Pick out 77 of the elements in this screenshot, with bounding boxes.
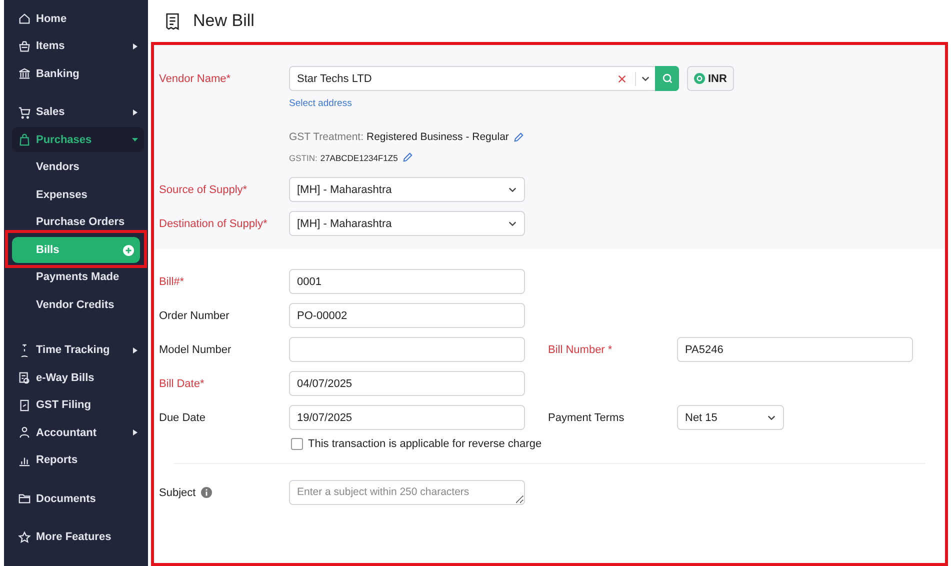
caret-right-icon	[132, 42, 138, 50]
pencil-icon[interactable]	[512, 132, 524, 142]
checkbox-label: This transaction is applicable for reverse charge	[308, 438, 542, 450]
field-label: Payment Terms	[548, 412, 626, 424]
chevron-down-icon	[508, 186, 517, 192]
info-icon	[200, 486, 212, 498]
sidebar-subitem[interactable]: Vendors	[12, 154, 140, 181]
caret-right-icon	[132, 429, 138, 436]
supply-dropdown[interactable]: [MH] - Maharashtra	[289, 177, 525, 202]
sidebar-item[interactable]: Documents	[12, 485, 144, 512]
select-address-link[interactable]: Select address	[289, 98, 352, 109]
chevron-down-icon	[508, 220, 517, 226]
field-label: Bill Number *	[548, 344, 614, 356]
currency-icon	[694, 73, 705, 84]
input-field[interactable]: 04/07/2025	[289, 371, 525, 396]
chevron-down-icon	[641, 76, 650, 82]
bank-icon	[18, 67, 31, 80]
plus-circle-icon[interactable]	[123, 244, 134, 256]
sidebar-item[interactable]: Banking	[12, 60, 144, 88]
sidebar-item[interactable]: Purchases	[12, 127, 144, 152]
field-label: Subject	[159, 486, 196, 498]
search-button[interactable]	[655, 66, 679, 91]
sidebar-item[interactable]: Time Tracking	[12, 336, 144, 364]
field-label: Model Number	[159, 344, 232, 356]
caret-right-icon	[132, 346, 138, 354]
input-field[interactable]	[289, 337, 525, 362]
basket-icon	[18, 40, 31, 53]
field-label: Vendor Name*	[159, 72, 232, 84]
sidebar-subitem[interactable]: Purchase Orders	[12, 208, 140, 236]
terms-dropdown[interactable]: Net 15	[677, 405, 784, 430]
field-label: Bill#*	[159, 276, 186, 288]
field-label: Destination of Supply*	[159, 218, 268, 230]
bag-icon	[18, 133, 31, 146]
sidebar-subitem[interactable]: Payments Made	[12, 264, 140, 291]
person-icon	[18, 426, 31, 440]
document-icon	[18, 371, 31, 384]
vendor-input[interactable]: Star Techs LTD	[290, 72, 614, 84]
supply-dropdown[interactable]: [MH] - Maharashtra	[289, 211, 525, 236]
cart-icon	[18, 106, 31, 119]
sidebar-item[interactable]: Accountant	[12, 419, 144, 446]
pencil-icon[interactable]	[402, 152, 413, 163]
caret-right-icon	[132, 108, 138, 116]
gst-treatment-value: Registered Business - Regular	[366, 131, 509, 143]
input-field[interactable]: PA5246	[677, 337, 913, 362]
sidebar-item[interactable]: GST Filing	[12, 392, 144, 419]
sidebar-item[interactable]: More Features	[12, 524, 144, 551]
gstin-value: 27ABCDE1234F1Z5	[320, 152, 398, 162]
input-field[interactable]: 0001	[289, 269, 525, 294]
currency-button[interactable]: INR	[687, 66, 734, 91]
close-icon	[618, 74, 626, 82]
sidebar-item[interactable]: Items	[12, 32, 144, 60]
sidebar-subitem[interactable]: Expenses	[12, 181, 140, 208]
sidebar-item[interactable]: Home	[12, 5, 144, 32]
page-title: New Bill	[193, 11, 254, 31]
folder-icon	[18, 492, 31, 506]
sidebar-subitem[interactable]: Vendor Credits	[12, 291, 140, 318]
sidebar-item[interactable]: Sales	[12, 98, 144, 126]
field-label: Bill Date*	[159, 378, 206, 390]
clipboard-icon	[18, 398, 31, 412]
receipt-icon	[165, 12, 180, 30]
gstin-label: GSTIN:	[289, 152, 318, 162]
field-label: Order Number	[159, 310, 230, 322]
gst-treatment-label: GST Treatment:	[289, 131, 364, 143]
vendor-combobox[interactable]: Star Techs LTD	[289, 66, 679, 91]
caret-down-icon	[132, 136, 138, 143]
input-field[interactable]: 19/07/2025	[289, 405, 525, 430]
input-field[interactable]: PO-00002	[289, 303, 525, 328]
home-icon	[18, 12, 31, 26]
checkbox[interactable]	[291, 438, 303, 450]
field-label: Source of Supply*	[159, 184, 248, 196]
subject-field[interactable]: Enter a subject within 250 characters	[289, 480, 525, 505]
sidebar-item[interactable]: e-Way Bills	[12, 364, 144, 392]
sidebar-item[interactable]: Reports	[12, 446, 144, 474]
field-label: Due Date	[159, 412, 206, 424]
star-icon	[18, 530, 31, 544]
search-icon	[662, 73, 672, 84]
chevron-down-icon	[767, 414, 776, 420]
